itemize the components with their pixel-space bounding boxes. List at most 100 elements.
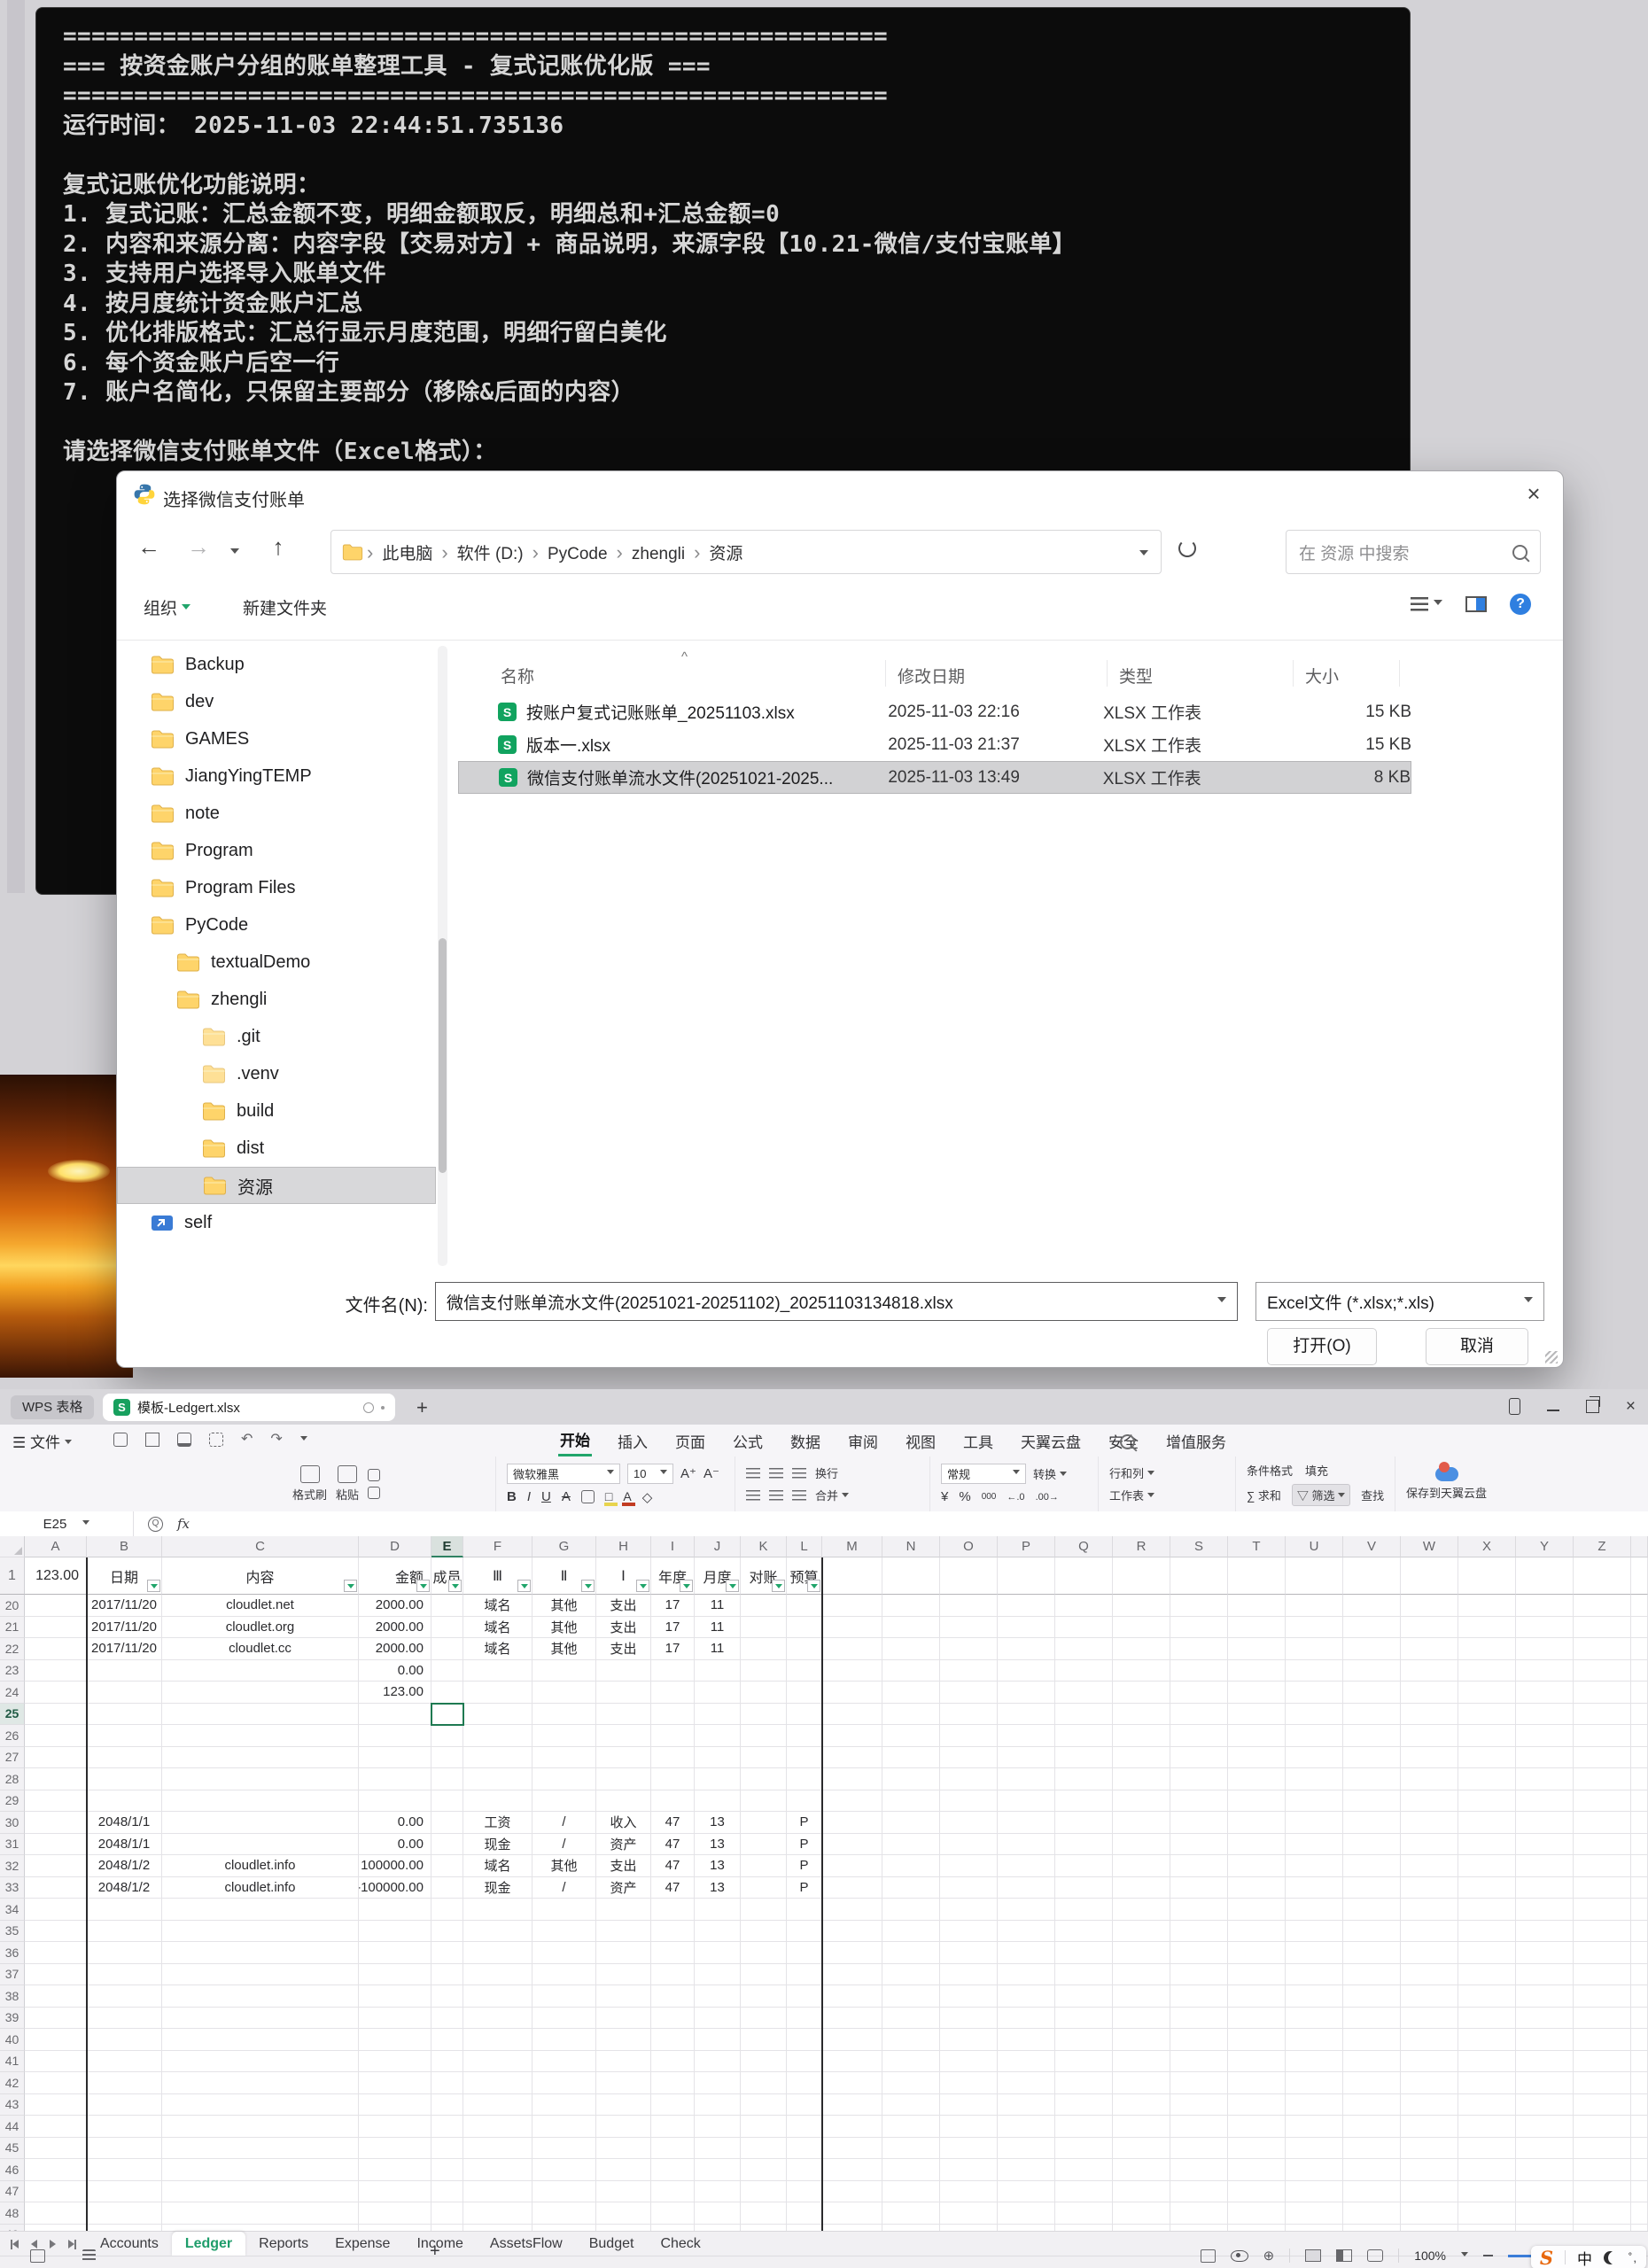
cell-F25[interactable] — [463, 1704, 532, 1726]
cell-U25[interactable] — [1286, 1704, 1343, 1726]
restore-icon[interactable] — [1586, 1400, 1599, 1413]
cell-Q30[interactable] — [1055, 1812, 1113, 1834]
column-header-date[interactable]: 修改日期 — [898, 664, 965, 687]
cell-V27[interactable] — [1343, 1747, 1401, 1769]
row-number-42[interactable]: 42 — [0, 2072, 25, 2094]
column-header-H[interactable]: H — [596, 1536, 651, 1557]
cell-H27[interactable] — [596, 1747, 651, 1769]
cell-Y45[interactable] — [1516, 2138, 1574, 2160]
cell-Q1[interactable] — [1055, 1557, 1113, 1595]
cell-A45[interactable] — [25, 2138, 87, 2160]
file-row[interactable]: S版本一.xlsx2025-11-03 21:37XLSX 工作表15 KB — [458, 728, 1411, 761]
cell-B24[interactable] — [87, 1682, 162, 1704]
cell-U31[interactable] — [1286, 1834, 1343, 1856]
cell-U44[interactable] — [1286, 2116, 1343, 2138]
cell-F31[interactable]: 现金 — [463, 1834, 532, 1856]
cell-Y37[interactable] — [1516, 1964, 1574, 1986]
menu-tab-开始[interactable]: 开始 — [558, 1425, 592, 1456]
cell-O42[interactable] — [940, 2072, 998, 2094]
cell-N30[interactable] — [882, 1812, 940, 1834]
cell-Z46[interactable] — [1574, 2159, 1631, 2181]
cell-I38[interactable] — [651, 1985, 695, 2008]
cell-K45[interactable] — [741, 2138, 787, 2160]
cell-N44[interactable] — [882, 2116, 940, 2138]
cell-N39[interactable] — [882, 2008, 940, 2030]
filename-dropdown-icon[interactable] — [1217, 1297, 1226, 1307]
cell-L39[interactable] — [787, 2008, 822, 2030]
close-window-icon[interactable]: × — [1626, 1399, 1636, 1414]
cell-R22[interactable] — [1113, 1638, 1170, 1660]
cell-S42[interactable] — [1170, 2072, 1228, 2094]
cell-P23[interactable] — [998, 1660, 1055, 1682]
cell-R37[interactable] — [1113, 1964, 1170, 1986]
cell-H37[interactable] — [596, 1964, 651, 1986]
sort-ascending-icon[interactable]: ^ — [681, 649, 688, 664]
cell-I31[interactable]: 47 — [651, 1834, 695, 1856]
cell-R1[interactable] — [1113, 1557, 1170, 1595]
cell-U47[interactable] — [1286, 2181, 1343, 2203]
cell-S40[interactable] — [1170, 2029, 1228, 2051]
cell-D31[interactable]: 0.00 — [359, 1834, 431, 1856]
cell-R25[interactable] — [1113, 1704, 1170, 1726]
dialog-close-icon[interactable]: × — [1504, 471, 1563, 516]
cell-R38[interactable] — [1113, 1985, 1170, 2008]
cell-A32[interactable] — [25, 1855, 87, 1877]
cell-P47[interactable] — [998, 2181, 1055, 2203]
wrap-text-button[interactable]: 换行 — [815, 1464, 838, 1481]
cell-M37[interactable] — [822, 1964, 882, 1986]
cell-F28[interactable] — [463, 1768, 532, 1790]
cell-V40[interactable] — [1343, 2029, 1401, 2051]
cell-I49[interactable] — [651, 2225, 695, 2232]
cell-N25[interactable] — [882, 1704, 940, 1726]
cell-Y48[interactable] — [1516, 2202, 1574, 2225]
cell-Q48[interactable] — [1055, 2202, 1113, 2225]
cell-V49[interactable] — [1343, 2225, 1401, 2232]
cell-J41[interactable] — [695, 2051, 741, 2073]
cell-B47[interactable] — [87, 2181, 162, 2203]
cell-V44[interactable] — [1343, 2116, 1401, 2138]
cell-J29[interactable] — [695, 1790, 741, 1813]
cell-Q38[interactable] — [1055, 1985, 1113, 2008]
row-number-34[interactable]: 34 — [0, 1899, 25, 1921]
cell-P34[interactable] — [998, 1899, 1055, 1921]
cell-G31[interactable]: / — [532, 1834, 596, 1856]
cell-Z41[interactable] — [1574, 2051, 1631, 2073]
name-box[interactable]: E25 — [0, 1511, 134, 1536]
cell-C39[interactable] — [162, 2008, 359, 2030]
breadcrumb-segment[interactable]: PyCode — [548, 545, 608, 563]
cell-T49[interactable] — [1228, 2225, 1286, 2232]
cell-T27[interactable] — [1228, 1747, 1286, 1769]
cell-T35[interactable] — [1228, 1921, 1286, 1943]
cell-T26[interactable] — [1228, 1725, 1286, 1747]
highlight-crosshair-icon[interactable]: ⊕ — [1263, 2248, 1275, 2264]
cell-I37[interactable] — [651, 1964, 695, 1986]
column-header-E[interactable]: E — [431, 1536, 463, 1557]
cell-J27[interactable] — [695, 1747, 741, 1769]
cell-O23[interactable] — [940, 1660, 998, 1682]
cell-U32[interactable] — [1286, 1855, 1343, 1877]
cell-E23[interactable] — [431, 1660, 463, 1682]
cell-Q49[interactable] — [1055, 2225, 1113, 2232]
cell-G27[interactable] — [532, 1747, 596, 1769]
cell-F33[interactable]: 现金 — [463, 1877, 532, 1899]
cell-J48[interactable] — [695, 2202, 741, 2225]
cell-V47[interactable] — [1343, 2181, 1401, 2203]
cell-Q45[interactable] — [1055, 2138, 1113, 2160]
cell-Y31[interactable] — [1516, 1834, 1574, 1856]
cell-Q34[interactable] — [1055, 1899, 1113, 1921]
cell-L42[interactable] — [787, 2072, 822, 2094]
cell-W42[interactable] — [1401, 2072, 1458, 2094]
menu-tab-页面[interactable]: 页面 — [673, 1426, 707, 1456]
cell-S29[interactable] — [1170, 1790, 1228, 1813]
cell-I25[interactable] — [651, 1704, 695, 1726]
cell-Q22[interactable] — [1055, 1638, 1113, 1660]
cell-I36[interactable] — [651, 1942, 695, 1964]
cell-G45[interactable] — [532, 2138, 596, 2160]
cell-X21[interactable] — [1458, 1617, 1516, 1639]
cell-S43[interactable] — [1170, 2094, 1228, 2117]
cell-B30[interactable]: 2048/1/1 — [87, 1812, 162, 1834]
cell-I44[interactable] — [651, 2116, 695, 2138]
cell-S39[interactable] — [1170, 2008, 1228, 2030]
tree-item-zhengli[interactable]: zhengli — [117, 981, 436, 1018]
cell-B31[interactable]: 2048/1/1 — [87, 1834, 162, 1856]
